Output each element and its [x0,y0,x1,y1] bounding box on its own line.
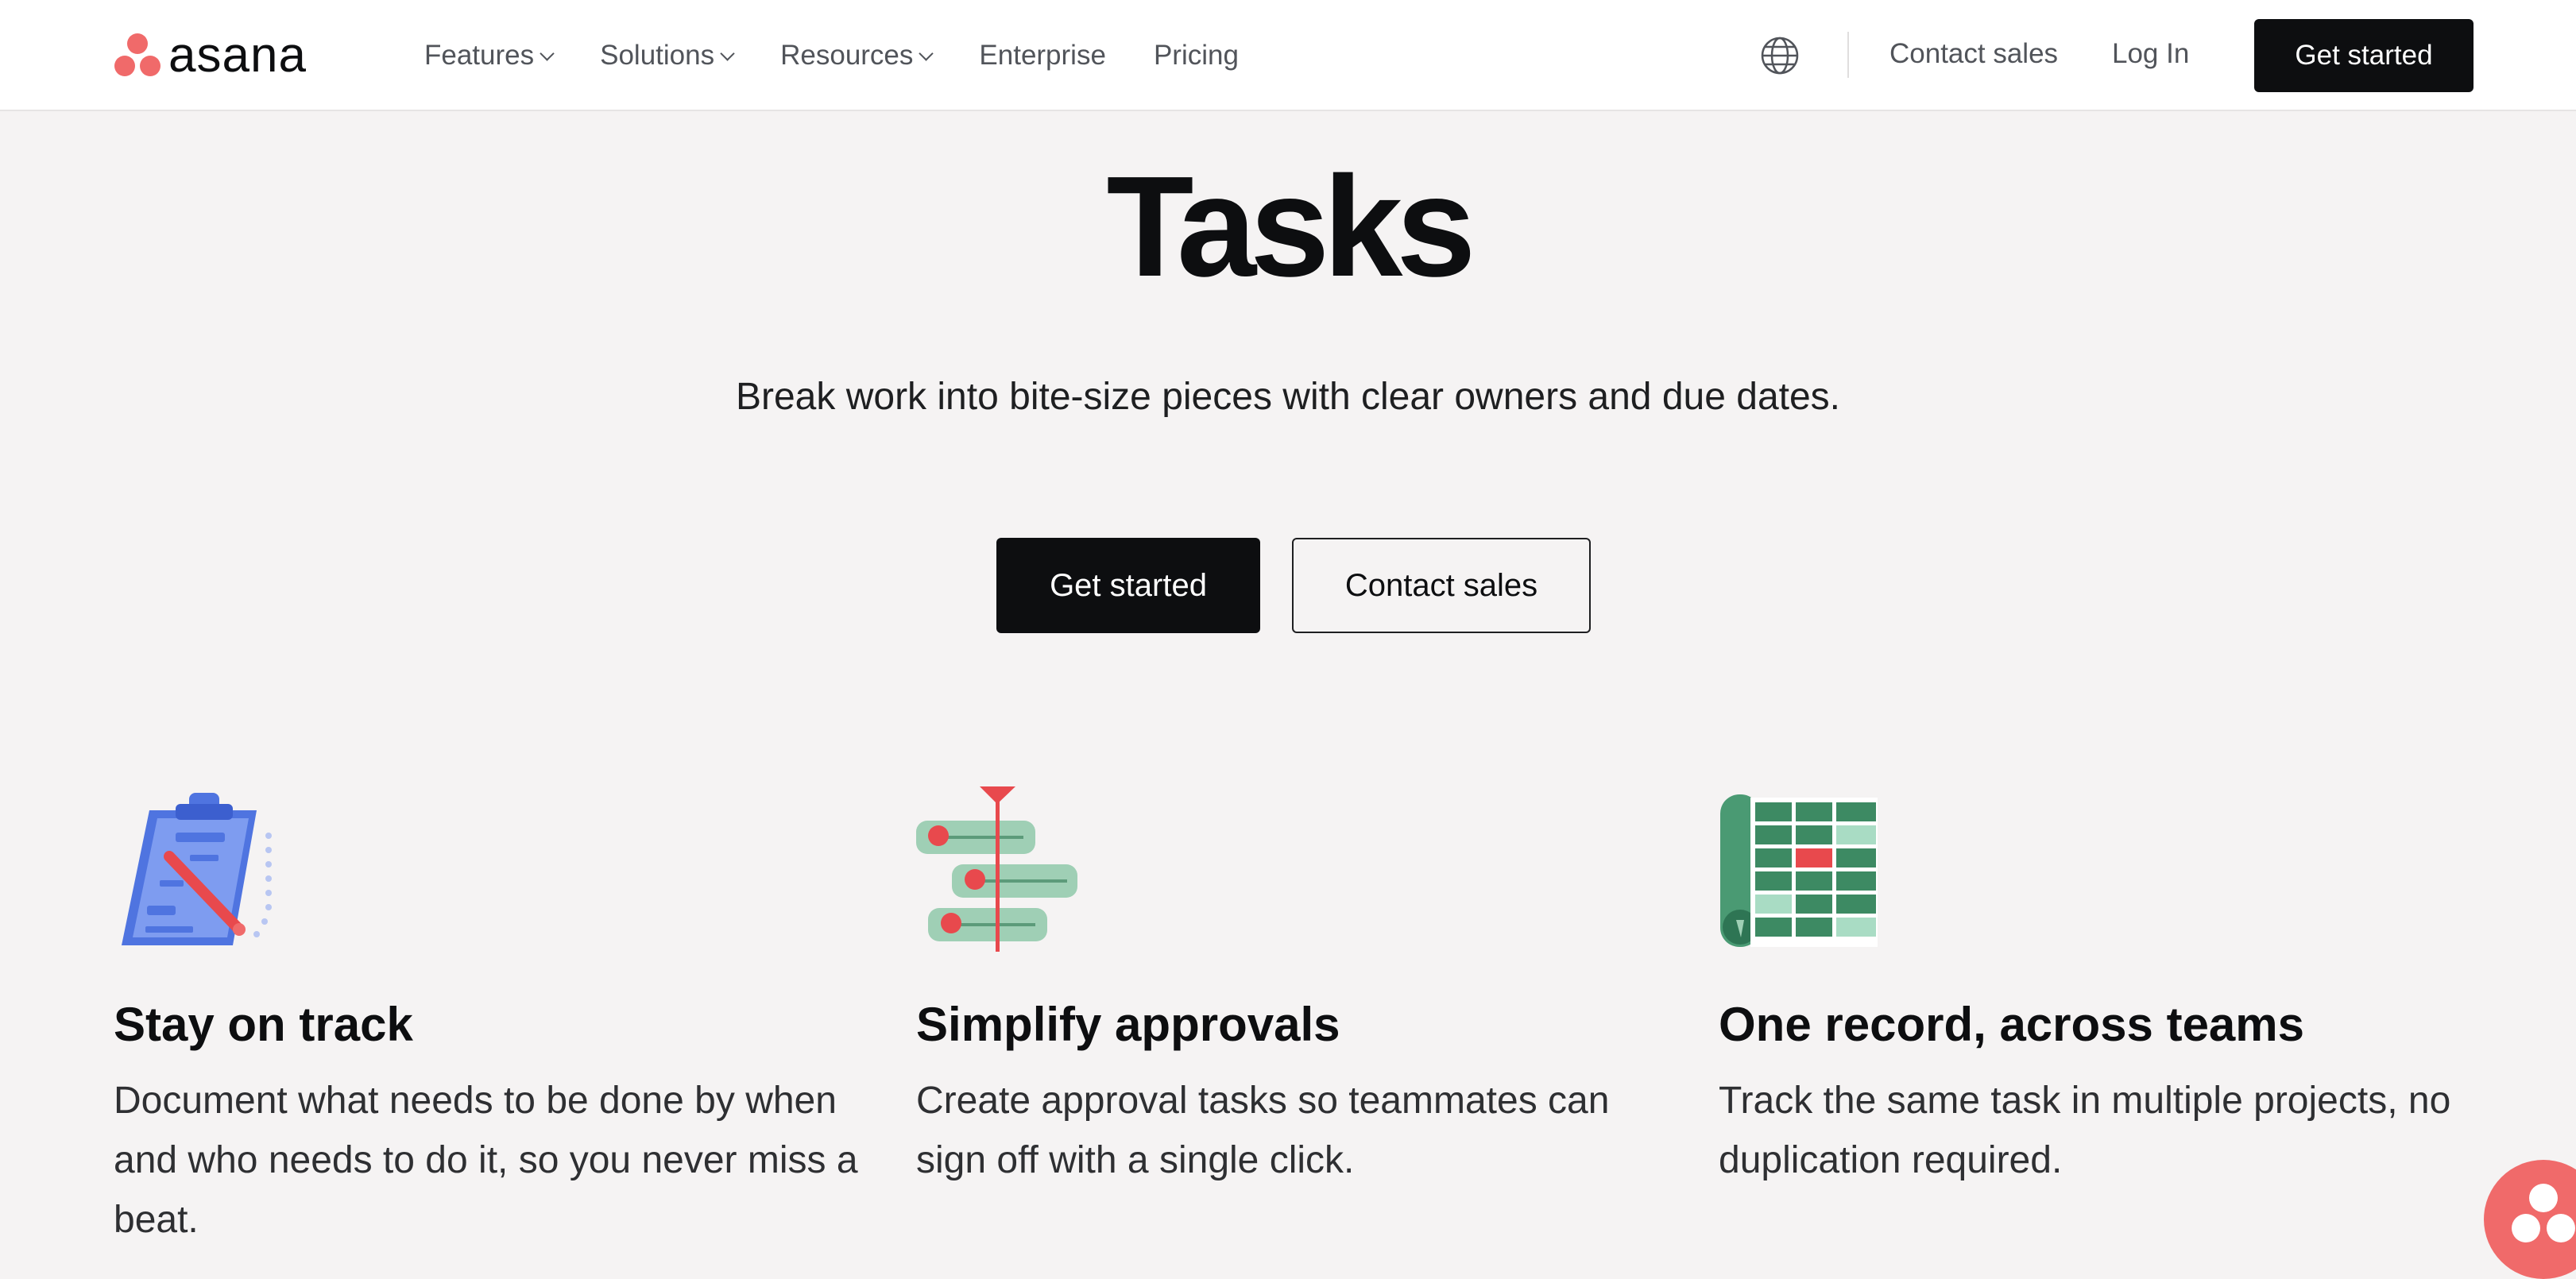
asana-logo-icon [113,33,162,78]
feature-description: Document what needs to be done by when a… [114,1080,858,1241]
feature-one-record: One record, across teams Track the same … [1719,786,2481,1181]
hero-subtitle: Break work into bite-size pieces with cl… [735,376,1841,418]
spreadsheet-record-icon [1720,794,1878,947]
feature-description: Track the same task in multiple projects… [1719,1080,2451,1181]
nav-item-resources[interactable]: Resources [780,40,934,71]
feature-title: Simplify approvals [916,998,1340,1051]
chevron-down-icon [540,45,555,61]
nav-item-label: Features [424,40,535,71]
feature-simplify-approvals: Simplify approvals Create approval tasks… [916,786,1679,1181]
nav-divider [1847,32,1849,78]
nav-item-label: Solutions [600,40,715,71]
clipboard-icon [122,793,272,945]
nav-item-enterprise[interactable]: Enterprise [979,40,1106,71]
nav-item-solutions[interactable]: Solutions [600,40,735,71]
nav-item-pricing[interactable]: Pricing [1154,40,1239,71]
hero-contact-sales-button[interactable]: Contact sales [1292,538,1591,633]
feature-stay-on-track: Stay on track Document what needs to be … [114,786,876,1241]
get-started-button[interactable]: Get started [2254,19,2474,92]
chevron-down-icon [720,45,735,61]
feature-description: Create approval tasks so teammates can s… [916,1080,1610,1181]
main-menu: Features Solutions Resources Enterprise … [424,0,1286,111]
contact-sales-link[interactable]: Contact sales [1889,38,2058,70]
feature-title: Stay on track [114,998,413,1051]
hero-get-started-button[interactable]: Get started [996,538,1260,633]
nav-item-features[interactable]: Features [424,40,555,71]
chevron-down-icon [919,45,934,61]
top-navigation: asana Features Solutions Resources Enter… [0,0,2576,111]
nav-item-label: Pricing [1153,40,1239,71]
page-title: Tasks [1106,147,1476,307]
asana-help-icon[interactable] [2484,1160,2576,1279]
approval-timeline-icon [916,786,1077,952]
globe-icon[interactable] [1759,35,1800,76]
logo-wordmark: asana [168,28,307,83]
login-link[interactable]: Log In [2112,38,2189,70]
nav-item-label: Resources [780,40,914,71]
nav-item-label: Enterprise [979,40,1106,71]
asana-logo[interactable]: asana [113,28,307,83]
feature-title: One record, across teams [1719,998,2305,1051]
